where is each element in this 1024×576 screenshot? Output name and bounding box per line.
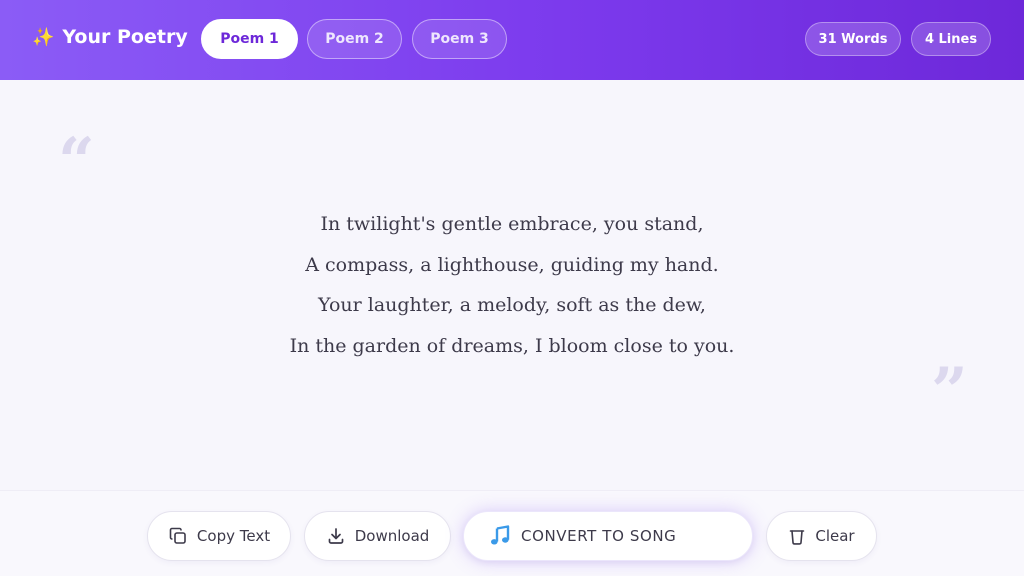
poem-line: In the garden of dreams, I bloom close t… xyxy=(289,334,735,357)
tab-poem-3[interactable]: Poem 3 xyxy=(412,19,507,59)
convert-to-song-label: CONVERT TO SONG xyxy=(521,527,677,545)
clear-button[interactable]: Clear xyxy=(766,511,877,561)
copy-text-label: Copy Text xyxy=(196,527,271,545)
action-bar: Copy Text Download CONVERT TO SONG Clear xyxy=(0,490,1024,576)
poem-text: In twilight's gentle embrace, you stand,… xyxy=(0,204,1024,366)
poem-line: A compass, a lighthouse, guiding my hand… xyxy=(305,253,719,276)
tab-poem-1[interactable]: Poem 1 xyxy=(201,19,298,59)
trash-icon xyxy=(788,526,806,546)
clear-label: Clear xyxy=(815,527,855,545)
open-quote-icon: “ xyxy=(58,124,95,199)
copy-icon xyxy=(168,526,188,546)
word-count-badge: 31 Words xyxy=(805,22,901,56)
app-header: ✨ Your Poetry Poem 1 Poem 2 Poem 3 31 Wo… xyxy=(0,0,1024,80)
poem-display: “ ” In twilight's gentle embrace, you st… xyxy=(0,80,1024,490)
download-button[interactable]: Download xyxy=(304,511,451,561)
line-count-badge: 4 Lines xyxy=(911,22,991,56)
close-quote-icon: ” xyxy=(931,354,968,429)
poem-line: In twilight's gentle embrace, you stand, xyxy=(320,213,704,235)
poem-line: Your laughter, a melody, soft as the dew… xyxy=(318,294,706,316)
copy-text-button[interactable]: Copy Text xyxy=(147,511,291,561)
sparkles-icon: ✨ xyxy=(32,26,55,48)
app-title: Your Poetry xyxy=(62,26,188,48)
brand: ✨ Your Poetry xyxy=(32,26,188,48)
download-icon xyxy=(326,526,346,546)
download-label: Download xyxy=(354,527,430,545)
tab-poem-2[interactable]: Poem 2 xyxy=(307,19,402,59)
convert-to-song-button[interactable]: CONVERT TO SONG xyxy=(463,511,753,561)
music-note-icon xyxy=(488,524,512,548)
